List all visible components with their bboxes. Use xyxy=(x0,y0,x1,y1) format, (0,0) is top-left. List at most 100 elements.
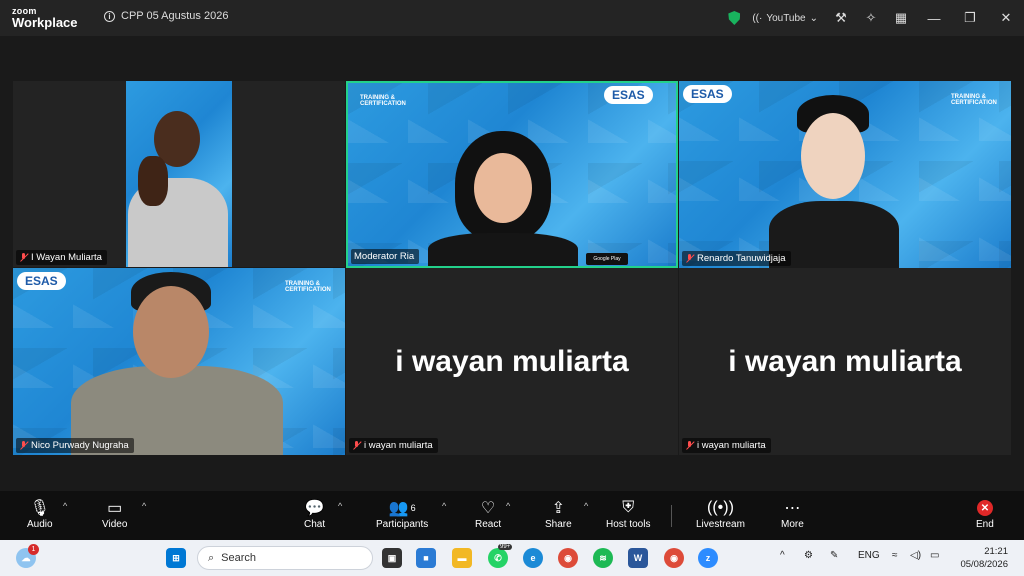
mic-muted-icon xyxy=(352,441,361,450)
host-tools-label: Host tools xyxy=(606,519,651,530)
restore-button[interactable]: ❐ xyxy=(952,0,988,36)
microsoft-store-icon[interactable]: ■ xyxy=(416,548,436,568)
shield-icon: ⛨ xyxy=(622,499,635,516)
share-screen-icon: ⇪ xyxy=(551,500,566,517)
audio-options-chevron-icon[interactable]: ^ xyxy=(63,501,67,511)
participants-count: 6 xyxy=(410,503,416,513)
more-dots-icon: ⋯ xyxy=(784,500,801,517)
end-label: End xyxy=(976,519,994,530)
video-tile-6-camera-off[interactable]: i wayan muliarta i wayan muliarta xyxy=(679,268,1011,455)
certification-text: CERTIFICATION xyxy=(360,101,406,107)
certification-text: CERTIFICATION xyxy=(951,100,997,106)
video-tile-1[interactable]: I Wayan Muliarta xyxy=(13,81,345,267)
chevron-up-icon[interactable]: ^ xyxy=(780,550,785,561)
camera-icon: ▭ xyxy=(107,500,123,517)
esas-logo: ESAS xyxy=(683,85,732,103)
react-options-chevron-icon[interactable]: ^ xyxy=(506,501,510,511)
whatsapp-icon[interactable]: ✆ xyxy=(488,548,508,568)
grid-view-icon[interactable]: ▦ xyxy=(886,0,916,36)
esas-logo: ESAS xyxy=(604,86,653,104)
google-play-badge: Google Play xyxy=(586,253,628,265)
video-options-chevron-icon[interactable]: ^ xyxy=(142,501,146,511)
info-icon[interactable]: i xyxy=(104,10,115,22)
encryption-shield-icon[interactable] xyxy=(728,11,741,25)
minimize-button[interactable]: — xyxy=(916,0,952,36)
video-tile-2-active-speaker[interactable]: TRAINING & CERTIFICATION ESAS Google Play… xyxy=(346,81,678,268)
volume-icon[interactable]: ◁) xyxy=(910,550,921,561)
chat-button[interactable]: 💬 Chat xyxy=(304,497,325,530)
edge-icon[interactable]: e xyxy=(523,548,543,568)
chevron-down-icon: ⌄ xyxy=(809,12,818,24)
spotify-icon[interactable]: ≋ xyxy=(593,548,613,568)
magic-wand-icon[interactable]: ⚒ xyxy=(826,0,856,36)
pen-icon[interactable]: ✎ xyxy=(830,550,838,561)
participant-name-tag: i wayan muliarta xyxy=(682,438,771,453)
close-button[interactable]: ✕ xyxy=(988,0,1024,36)
system-clock[interactable]: 21:21 05/08/2026 xyxy=(960,545,1008,571)
participant-display-name: i wayan muliarta xyxy=(395,344,629,378)
zoom-app-icon[interactable]: z xyxy=(698,548,718,568)
video-tile-5-camera-off[interactable]: i wayan muliarta i wayan muliarta xyxy=(346,268,678,455)
task-view-icon[interactable]: ▣ xyxy=(382,548,402,568)
word-icon[interactable]: W xyxy=(628,548,648,568)
participant-name: Renardo Tanuwidjaja xyxy=(697,253,786,264)
battery-icon[interactable]: ▭ xyxy=(930,550,939,561)
participants-icon: 👥 6 xyxy=(388,500,416,517)
training-certification-logo: TRAINING & CERTIFICATION xyxy=(285,281,331,293)
livestream-button[interactable]: ((•)) Livestream xyxy=(696,497,745,530)
participants-label: Participants xyxy=(376,519,429,530)
video-button[interactable]: ▭ Video xyxy=(102,497,127,530)
meeting-controls-toolbar: 🎙 Audio ^ ▭ Video ^ 💬 Chat ^ 👥 6 Particip… xyxy=(0,491,1024,540)
participant-name: Moderator Ria xyxy=(354,251,415,262)
mic-muted-icon xyxy=(19,441,28,450)
participant-display-name: i wayan muliarta xyxy=(728,344,962,378)
windows-start-icon[interactable]: ⊞ xyxy=(166,548,186,568)
chat-options-chevron-icon[interactable]: ^ xyxy=(338,501,342,511)
wifi-icon[interactable]: ≈ xyxy=(892,550,898,561)
share-label: Share xyxy=(545,519,572,530)
whatsapp-badge: 99+ xyxy=(498,544,513,550)
video-tile-3[interactable]: ESAS TRAINING & CERTIFICATION Renardo Tan… xyxy=(679,81,1011,268)
participants-options-chevron-icon[interactable]: ^ xyxy=(442,501,446,511)
mic-muted-icon xyxy=(685,254,694,263)
end-meeting-button[interactable]: ✕ End xyxy=(976,497,994,530)
video-tile-4[interactable]: ESAS TRAINING & CERTIFICATION Nico Purwad… xyxy=(13,268,345,455)
esas-text: ESAS xyxy=(612,88,645,102)
participant-name: i wayan muliarta xyxy=(697,440,766,451)
chrome-icon[interactable]: ◉ xyxy=(558,548,578,568)
chat-label: Chat xyxy=(304,519,326,530)
language-indicator[interactable]: ENG xyxy=(858,550,880,561)
chrome-profile-icon[interactable]: ◉ xyxy=(664,548,684,568)
mic-muted-icon xyxy=(685,441,694,450)
search-icon: ⌕ xyxy=(208,551,215,564)
time: 21:21 xyxy=(984,546,1008,557)
google-play-text: Google Play xyxy=(593,256,621,262)
livestream-youtube-dropdown[interactable]: ((· YouTube ⌄ xyxy=(752,13,818,24)
meeting-title: CPP 05 Agustus 2026 xyxy=(121,10,229,22)
react-label: React xyxy=(475,519,502,530)
participant-name-tag: Nico Purwady Nugraha xyxy=(16,438,134,453)
title-bar: zoom Workplace i CPP 05 Agustus 2026 ((·… xyxy=(0,0,1024,36)
share-options-chevron-icon[interactable]: ^ xyxy=(584,501,588,511)
date: 05/08/2026 xyxy=(960,559,1008,570)
broadcast-icon: ((· xyxy=(752,12,763,24)
microphone-icon: 🎙 xyxy=(29,500,50,517)
host-tools-button[interactable]: ⛨ Host tools xyxy=(606,497,650,530)
share-button[interactable]: ⇪ Share xyxy=(545,497,572,530)
taskbar-search[interactable]: ⌕ Search xyxy=(197,546,373,570)
search-placeholder: Search xyxy=(221,552,257,564)
participant-name-tag: Renardo Tanuwidjaja xyxy=(682,251,791,266)
meet-now-icon[interactable]: ⚙ xyxy=(804,550,813,561)
react-button[interactable]: ♡ React xyxy=(475,497,501,530)
audio-button[interactable]: 🎙 Audio xyxy=(27,497,53,530)
chat-bubble-icon: 💬 xyxy=(304,500,325,517)
training-certification-logo: TRAINING & CERTIFICATION xyxy=(360,95,406,107)
esas-text: ESAS xyxy=(25,274,58,288)
participants-button[interactable]: 👥 6 Participants xyxy=(376,497,428,530)
training-certification-logo: TRAINING & CERTIFICATION xyxy=(951,94,997,106)
more-button[interactable]: ⋯ More xyxy=(781,497,804,530)
file-explorer-icon[interactable]: ▬ xyxy=(452,548,472,568)
ai-sparkle-icon[interactable]: ✧ xyxy=(856,0,886,36)
meeting-info[interactable]: i CPP 05 Agustus 2026 xyxy=(104,10,228,22)
livestream-label: Livestream xyxy=(696,519,745,530)
